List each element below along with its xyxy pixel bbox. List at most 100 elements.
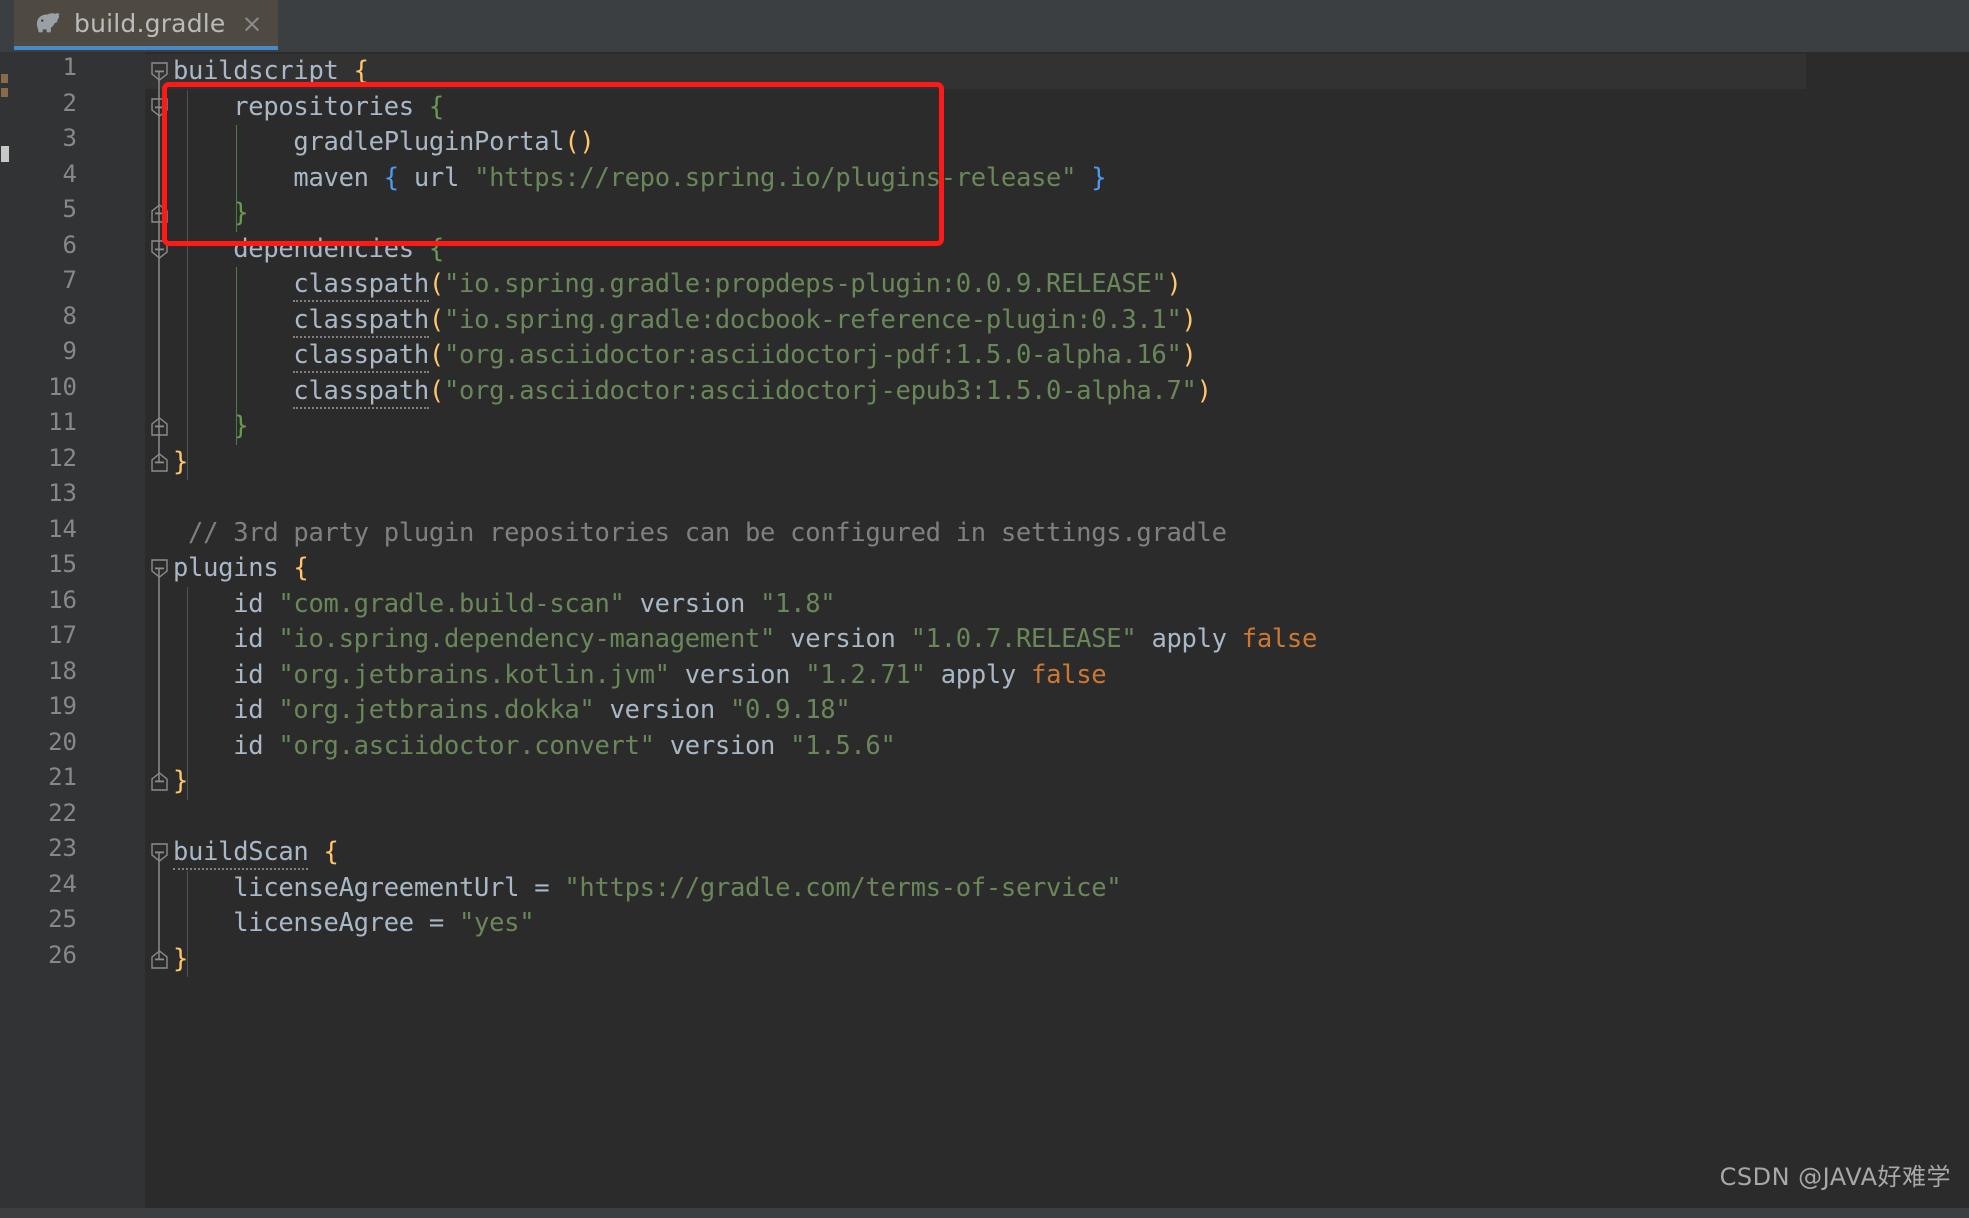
fold-end-icon[interactable]: [148, 948, 171, 971]
code-line[interactable]: id "io.spring.dependency-management" ver…: [173, 622, 1317, 658]
code-line[interactable]: licenseAgreementUrl = "https://gradle.co…: [173, 871, 1121, 907]
code-token: apply: [1136, 624, 1242, 654]
fold-end-icon[interactable]: [148, 415, 171, 438]
code-line[interactable]: buildscript {: [173, 54, 369, 90]
code-line[interactable]: id "org.jetbrains.kotlin.jvm" version "1…: [173, 658, 1106, 694]
indent-guide: [236, 267, 237, 445]
code-token: "org.jetbrains.dokka": [278, 695, 595, 725]
line-number: 25: [48, 905, 77, 933]
code-token: ): [1196, 375, 1212, 406]
indent-guide: [187, 89, 188, 480]
line-number: 20: [48, 727, 77, 756]
code-line[interactable]: plugins {: [173, 551, 309, 587]
line-number: 7: [62, 266, 77, 294]
code-token: version: [669, 659, 806, 690]
code-token: {: [323, 837, 339, 867]
code-token: {: [428, 233, 444, 264]
fold-region-line: [158, 107, 160, 214]
code-folding-column[interactable]: [145, 52, 173, 1218]
code-line[interactable]: }: [173, 445, 188, 481]
code-token: dependencies: [173, 233, 429, 264]
line-number: 2: [62, 88, 77, 117]
line-number-gutter: 1 2 3 4 5 6 7 8 9 10 11 12 13 14 15 16 17 18 19 20 21 22 23 24 2…: [10, 52, 145, 1218]
line-number: 13: [48, 479, 77, 507]
line-number: 21: [48, 763, 77, 791]
code-line[interactable]: }: [173, 764, 188, 800]
indent-guide: [187, 586, 188, 800]
code-token: "org.asciidoctor.convert": [278, 730, 655, 761]
fold-end-icon[interactable]: [148, 770, 171, 793]
fold-collapse-icon[interactable]: [148, 841, 171, 864]
code-token: }: [1091, 162, 1107, 193]
code-line[interactable]: repositories {: [173, 90, 444, 126]
ide-window: build.gradle × 1 2 3 4 5 6 7 8 9 10 11 12 13 14 15 16 17…: [0, 0, 1969, 1218]
fold-collapse-icon[interactable]: [148, 96, 171, 119]
code-line[interactable]: buildScan {: [173, 835, 339, 871]
line-number: 26: [48, 940, 77, 969]
code-editor[interactable]: 1 2 3 4 5 6 7 8 9 10 11 12 13 14 15 16 17 18 19 20 21 22 23 24 2…: [10, 52, 1969, 1218]
code-token: // 3rd party plugin repositories can be …: [173, 517, 1227, 548]
line-number: 1: [62, 53, 77, 81]
line-number: 4: [62, 159, 77, 188]
line-number: 8: [62, 301, 77, 330]
code-line[interactable]: // 3rd party plugin repositories can be …: [173, 516, 1227, 552]
code-token: id: [173, 588, 279, 619]
code-line[interactable]: classpath("org.asciidoctor:asciidoctorj-…: [173, 374, 1212, 410]
code-line[interactable]: id "org.asciidoctor.convert" version "1.…: [173, 729, 896, 765]
fold-collapse-icon[interactable]: [148, 60, 171, 83]
code-token: "org.asciidoctor:asciidoctorj-epub3:1.5.…: [443, 375, 1197, 406]
indent-guide: [187, 870, 188, 977]
code-text-area[interactable]: buildscript { repositories { gradlePlugi…: [173, 52, 1969, 1218]
code-token: id: [173, 659, 279, 690]
code-token: {: [353, 56, 369, 86]
code-token: id: [173, 624, 279, 654]
editor-tab-build-gradle[interactable]: build.gradle ×: [14, 0, 279, 50]
code-token: }: [173, 446, 189, 477]
code-line[interactable]: id "org.jetbrains.dokka" version "0.9.18…: [173, 693, 850, 729]
code-token: licenseAgreementUrl =: [173, 872, 565, 903]
fold-end-icon[interactable]: [148, 202, 171, 225]
code-token: maven: [173, 162, 384, 193]
fold-collapse-icon[interactable]: [148, 557, 171, 580]
status-bar: [0, 1208, 1969, 1218]
code-line[interactable]: classpath("io.spring.gradle:docbook-refe…: [173, 303, 1197, 339]
close-icon[interactable]: ×: [242, 11, 263, 36]
line-number: 12: [48, 443, 77, 472]
fold-collapse-icon[interactable]: [148, 238, 171, 261]
indent-guide: [236, 125, 237, 232]
code-token: "https://repo.spring.io/plugins-release": [474, 162, 1077, 193]
fold-end-icon[interactable]: [148, 451, 171, 474]
code-token: classpath: [293, 304, 429, 338]
code-token: plugins: [173, 553, 294, 583]
code-line[interactable]: id "com.gradle.build-scan" version "1.8": [173, 587, 835, 623]
line-number: 16: [48, 585, 77, 614]
code-token: }: [173, 766, 189, 796]
scrollbar-thumb-marker[interactable]: [1, 146, 9, 162]
code-token: ): [1166, 269, 1182, 299]
line-number: 23: [48, 834, 77, 862]
code-line[interactable]: }: [173, 942, 188, 978]
csdn-watermark: CSDN @JAVA好难学: [1719, 1163, 1951, 1191]
code-line[interactable]: classpath("io.spring.gradle:propdeps-plu…: [173, 267, 1182, 303]
code-line[interactable]: dependencies {: [173, 232, 444, 268]
fold-region-line: [158, 569, 160, 782]
line-number: 19: [48, 692, 77, 720]
code-token: {: [428, 91, 444, 122]
code-token: apply: [925, 659, 1032, 690]
line-number: 15: [48, 550, 77, 578]
line-number: 17: [48, 621, 77, 649]
code-token: (: [428, 375, 444, 406]
code-token: "1.2.71": [805, 659, 926, 690]
code-line[interactable]: licenseAgree = "yes": [173, 906, 534, 942]
code-token: version: [594, 695, 730, 725]
code-line[interactable]: classpath("org.asciidoctor:asciidoctorj-…: [173, 338, 1197, 374]
code-token: {: [293, 553, 309, 583]
change-marker-upper: [1, 74, 8, 83]
code-line[interactable]: maven { url "https://repo.spring.io/plug…: [173, 161, 1106, 197]
